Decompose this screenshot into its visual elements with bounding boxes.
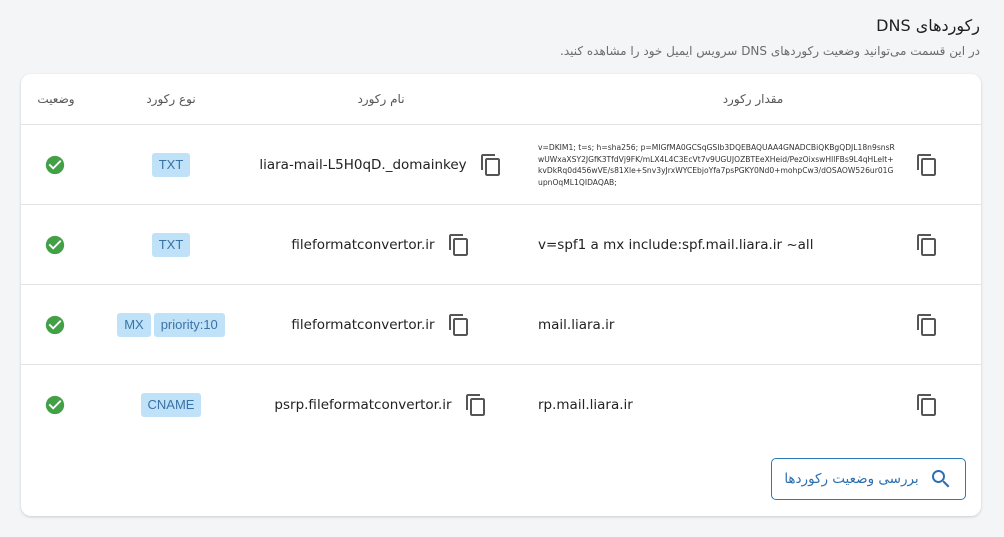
record-type-chip: MX (117, 313, 151, 337)
record-type-chip: TXT (151, 233, 191, 257)
record-name-cell: psrp.fileformatconvertor.ir (231, 365, 531, 445)
section-header: رکوردهای DNS در این قسمت می‌توانید وضعیت… (560, 14, 980, 59)
record-name-cell: liara-mail-L5H0qD._domainkey (231, 125, 531, 205)
page-title: رکوردهای DNS (876, 16, 980, 35)
check-records-button[interactable]: بررسی وضعیت رکوردها (771, 458, 966, 500)
check-circle-icon (44, 154, 66, 176)
copy-value-icon[interactable] (915, 233, 939, 257)
copy-name-icon[interactable] (479, 153, 503, 177)
record-name-cell: fileformatconvertor.ir (231, 285, 531, 365)
record-name-cell: fileformatconvertor.ir (231, 205, 531, 285)
column-header-name: نام رکورد (357, 92, 405, 106)
record-type-chip: TXT (151, 153, 191, 177)
column-header-type: نوع رکورد (146, 92, 196, 106)
record-name: liara-mail-L5H0qD._domainkey (259, 157, 467, 173)
check-circle-icon (44, 394, 66, 416)
record-value: mail.liara.ir (538, 317, 615, 333)
table-row: CNAME psrp.fileformatconvertor.ir rp.mail.… (21, 365, 981, 445)
record-value: rp.mail.liara.ir (538, 397, 633, 413)
column-header-value: مقدار رکورد (722, 92, 784, 106)
copy-name-icon[interactable] (464, 393, 488, 417)
record-type-cell: MX priority:10 (101, 285, 241, 365)
record-type-cell: TXT (101, 205, 241, 285)
copy-name-icon[interactable] (447, 233, 471, 257)
record-name: psrp.fileformatconvertor.ir (274, 397, 452, 413)
copy-value-icon[interactable] (915, 393, 939, 417)
copy-value-icon[interactable] (915, 313, 939, 337)
record-type-cell: TXT (101, 125, 241, 205)
table-header: وضعیت نوع رکورد نام رکورد مقدار رکورد (21, 74, 981, 125)
column-header-status: وضعیت (37, 92, 75, 106)
check-circle-icon (44, 234, 66, 256)
record-value: v=DKIM1; t=s; h=sha256; p=MIGfMA0GCSqGSI… (538, 143, 895, 187)
check-circle-icon (44, 314, 66, 336)
table-row: TXT liara-mail-L5H0qD._domainkey v=DKIM1; … (21, 125, 981, 205)
record-name: fileformatconvertor.ir (291, 237, 435, 253)
record-type-chip: priority:10 (153, 313, 225, 337)
search-icon (929, 467, 953, 491)
page-subtitle: در این قسمت می‌توانید وضعیت رکوردهای DNS… (560, 44, 980, 58)
copy-value-icon[interactable] (915, 153, 939, 177)
copy-name-icon[interactable] (447, 313, 471, 337)
dns-records-card: وضعیت نوع رکورد نام رکورد مقدار رکورد TX… (21, 74, 981, 516)
record-value: v=spf1 a mx include:spf.mail.liara.ir ~a… (538, 237, 814, 253)
table-row: MX priority:10 fileformatconvertor.ir mail.… (21, 285, 981, 365)
record-type-chip: CNAME (140, 393, 202, 417)
record-name: fileformatconvertor.ir (291, 317, 435, 333)
check-records-label: بررسی وضعیت رکوردها (784, 471, 919, 487)
table-row: TXT fileformatconvertor.ir v=spf1 a mx inc… (21, 205, 981, 285)
record-type-cell: CNAME (101, 365, 241, 445)
